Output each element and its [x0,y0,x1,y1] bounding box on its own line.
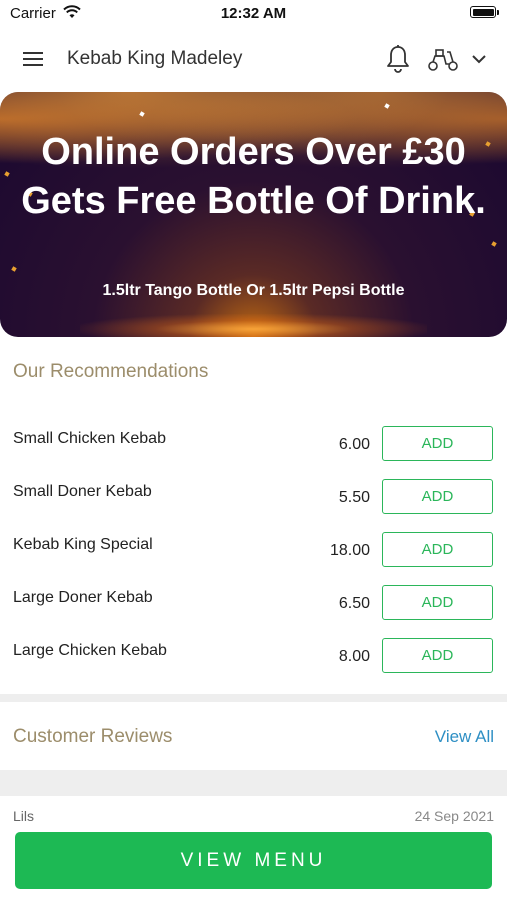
banner-subtext: 1.5ltr Tango Bottle Or 1.5ltr Pepsi Bott… [102,282,405,299]
item-price: 18.00 [329,542,370,559]
view-menu-button[interactable]: VIEW MENU [15,832,492,889]
add-button[interactable]: ADD [382,638,493,673]
menu-item-row: Small Doner Kebab 5.50 ADD [0,479,507,532]
item-name: Large Doner Kebab [13,589,153,606]
section-divider [0,694,507,702]
menu-item-row: Small Chicken Kebab 6.00 ADD [0,426,507,479]
item-name: Kebab King Special [13,536,153,553]
menu-item-row: Large Doner Kebab 6.50 ADD [0,585,507,638]
section-divider [0,770,507,796]
menu-item-row: Kebab King Special 18.00 ADD [0,532,507,585]
reviewer-name: Lils [13,808,35,824]
review-date: 24 Sep 2021 [414,808,494,824]
bell-icon[interactable] [385,44,411,74]
item-name: Large Chicken Kebab [13,642,167,659]
restaurant-title: Kebab King Madeley [67,48,243,69]
item-price: 5.50 [338,489,370,506]
recommendations-title: Our Recommendations [13,361,209,382]
item-price: 6.00 [338,436,370,453]
chevron-down-icon[interactable] [470,50,488,68]
scooter-icon[interactable] [426,44,460,74]
add-button[interactable]: ADD [382,426,493,461]
status-bar: Carrier 12:32 AM [0,0,507,30]
view-all-reviews-link[interactable]: View All [435,727,494,747]
menu-item-row: Large Chicken Kebab 8.00 ADD [0,638,507,691]
battery-icon [470,6,496,18]
hamburger-icon[interactable] [20,48,46,70]
item-name: Small Chicken Kebab [13,430,166,447]
banner-headline: Online Orders Over £30 Gets Free Bottle … [21,131,486,222]
add-button[interactable]: ADD [382,479,493,514]
app-header: Kebab King Madeley [0,30,507,88]
item-price: 8.00 [338,648,370,665]
item-price: 6.50 [338,595,370,612]
item-name: Small Doner Kebab [13,483,152,500]
add-button[interactable]: ADD [382,532,493,567]
promo-banner[interactable]: Online Orders Over £30 Gets Free Bottle … [0,92,507,337]
add-button[interactable]: ADD [382,585,493,620]
reviews-title: Customer Reviews [13,726,173,747]
clock-time: 12:32 AM [220,5,287,22]
